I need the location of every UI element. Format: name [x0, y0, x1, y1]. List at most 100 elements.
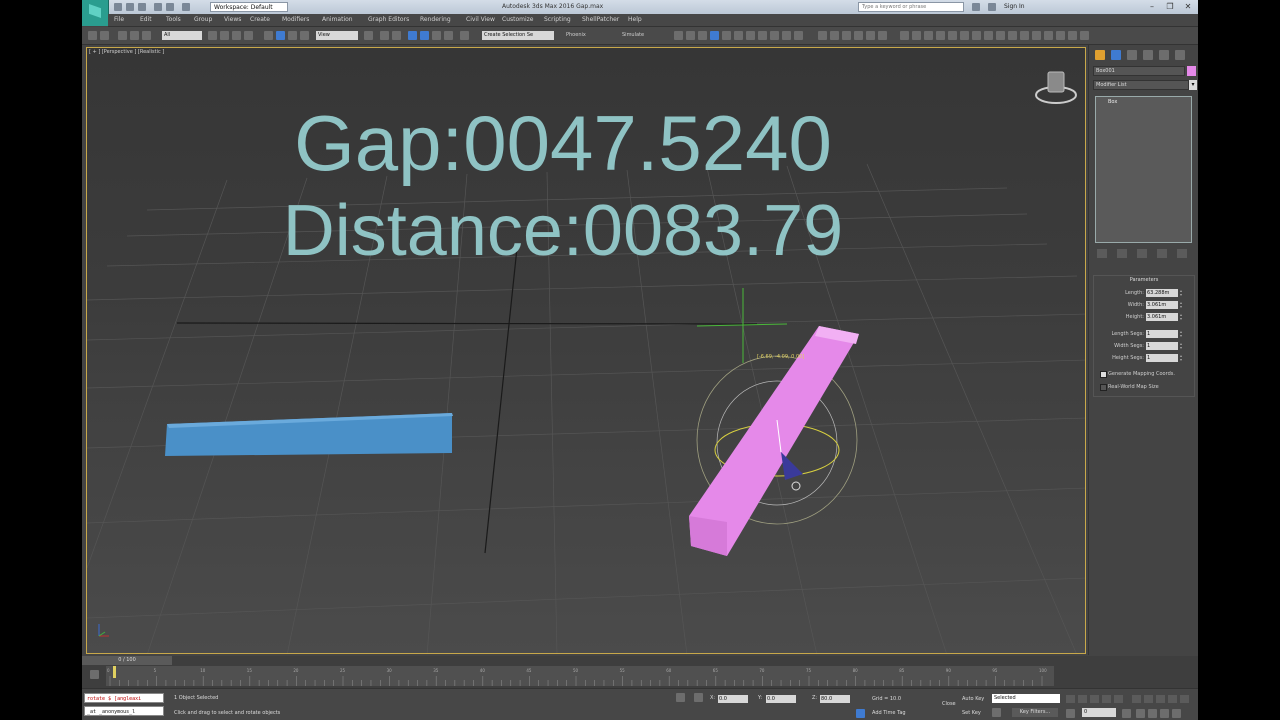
blue-box[interactable]: [165, 413, 453, 456]
pan-view-icon[interactable]: [1136, 709, 1145, 718]
move-icon[interactable]: [264, 31, 273, 40]
modifier-stack[interactable]: Box: [1095, 96, 1192, 243]
minimize-icon[interactable]: –: [1144, 1, 1160, 12]
orbit-icon[interactable]: [1160, 709, 1169, 718]
object-color-swatch[interactable]: [1187, 66, 1196, 76]
plugin-icon-9[interactable]: [996, 31, 1005, 40]
walk-through-icon[interactable]: [1172, 709, 1181, 718]
zoom-all-icon[interactable]: [1144, 695, 1153, 703]
graphite-ribbon-icon[interactable]: [710, 31, 719, 40]
place-icon[interactable]: [300, 31, 309, 40]
go-to-start-icon[interactable]: [1066, 695, 1075, 703]
plugin-icon-13[interactable]: [1044, 31, 1053, 40]
width-segs-spinner[interactable]: ▴ ▾: [1180, 342, 1185, 350]
display-tab-icon[interactable]: [1159, 50, 1169, 60]
play-icon[interactable]: [1090, 695, 1099, 703]
plugin-icon-3[interactable]: [924, 31, 933, 40]
bind-space-warp-icon[interactable]: [142, 31, 151, 40]
chevron-down-icon[interactable]: ▾: [1189, 80, 1197, 90]
new-file-icon[interactable]: [114, 3, 122, 11]
workspace-dropdown[interactable]: Workspace: Default: [210, 2, 288, 12]
menu-group[interactable]: Group: [194, 14, 212, 26]
menu-scripting[interactable]: Scripting: [544, 14, 571, 26]
undo-tool-icon[interactable]: [88, 31, 97, 40]
render-icon[interactable]: [782, 31, 791, 40]
redo-tool-icon[interactable]: [100, 31, 109, 40]
plugin-icon-11[interactable]: [1020, 31, 1029, 40]
redo-icon[interactable]: [166, 3, 174, 11]
key-mode-icon[interactable]: [1066, 709, 1075, 718]
auto-key-mode-dropdown[interactable]: Selected: [992, 694, 1060, 703]
window-crossing-icon[interactable]: [244, 31, 253, 40]
zoom-extents-all-icon[interactable]: [1168, 695, 1177, 703]
angle-snap-icon[interactable]: [420, 31, 429, 40]
y-coordinate-field[interactable]: 0.0: [766, 695, 796, 703]
length-field[interactable]: 63.288m: [1146, 289, 1178, 297]
plugin-icon-4[interactable]: [936, 31, 945, 40]
configure-sets-icon[interactable]: [1177, 249, 1187, 258]
select-manipulate-icon[interactable]: [380, 31, 389, 40]
previous-frame-icon[interactable]: [1078, 695, 1087, 703]
object-name-field[interactable]: Box001: [1093, 66, 1185, 76]
search-input[interactable]: Type a keyword or phrase: [858, 2, 964, 12]
width-field[interactable]: 3.061m: [1146, 301, 1178, 309]
height-field[interactable]: 3.061m: [1146, 313, 1178, 321]
plugin-icon-12[interactable]: [1032, 31, 1041, 40]
plugin-icon-2[interactable]: [912, 31, 921, 40]
search-icon[interactable]: [972, 3, 980, 11]
real-world-map-checkbox[interactable]: [1100, 384, 1107, 391]
snap-toggle-icon[interactable]: [408, 31, 417, 40]
rotate-icon[interactable]: [276, 31, 285, 40]
zoom-extents-icon[interactable]: [1156, 695, 1165, 703]
layer-manager-icon[interactable]: [698, 31, 707, 40]
add-time-tag-button[interactable]: Add Time Tag: [872, 710, 906, 716]
lock-selection-icon[interactable]: [676, 693, 685, 702]
parameters-title[interactable]: Parameters: [1094, 277, 1194, 283]
project-folder-icon[interactable]: [182, 3, 190, 11]
material-editor-icon[interactable]: [746, 31, 755, 40]
align-icon[interactable]: [686, 31, 695, 40]
plugin-icon-10[interactable]: [1008, 31, 1017, 40]
link-icon[interactable]: [118, 31, 127, 40]
pin-stack-icon[interactable]: [1097, 249, 1107, 258]
menu-graph-editors[interactable]: Graph Editors: [368, 14, 409, 26]
plugin-icon-5[interactable]: [948, 31, 957, 40]
length-spinner[interactable]: ▴ ▾: [1180, 289, 1185, 297]
menu-modifiers[interactable]: Modifiers: [282, 14, 309, 26]
hierarchy-tab-icon[interactable]: [1127, 50, 1137, 60]
x-coordinate-field[interactable]: 0.0: [718, 695, 748, 703]
auto-key-button[interactable]: Auto Key: [962, 696, 984, 702]
width-spinner[interactable]: ▴ ▾: [1180, 301, 1185, 309]
maximize-viewport-icon[interactable]: [1180, 695, 1189, 703]
selection-filter-dropdown[interactable]: All: [162, 31, 202, 40]
menu-views[interactable]: Views: [224, 14, 241, 26]
vray-icon-3[interactable]: [842, 31, 851, 40]
height-segs-field[interactable]: 1: [1146, 354, 1178, 362]
menu-customize[interactable]: Customize: [502, 14, 534, 26]
maxscript-listener-input[interactable]: _at _anonymous_l: [84, 706, 164, 716]
vray-icon-1[interactable]: [818, 31, 827, 40]
show-end-result-icon[interactable]: [1117, 249, 1127, 258]
length-segs-spinner[interactable]: ▴ ▾: [1180, 330, 1185, 338]
rendered-frame-icon[interactable]: [770, 31, 779, 40]
next-frame-icon[interactable]: [1102, 695, 1111, 703]
save-file-icon[interactable]: [138, 3, 146, 11]
length-segs-field[interactable]: 1: [1146, 330, 1178, 338]
z-coordinate-field[interactable]: 80.0: [820, 695, 850, 703]
close-icon[interactable]: ✕: [1180, 1, 1196, 12]
motion-tab-icon[interactable]: [1143, 50, 1153, 60]
selection-region-icon[interactable]: [232, 31, 241, 40]
menu-create[interactable]: Create: [250, 14, 270, 26]
plugin-icon-16[interactable]: [1080, 31, 1089, 40]
select-object-icon[interactable]: [208, 31, 217, 40]
modify-tab-icon[interactable]: [1111, 50, 1121, 60]
perspective-viewport[interactable]: [ + ] [Perspective ] [Realistic ] Gap:00…: [86, 47, 1086, 654]
curve-editor-icon[interactable]: [722, 31, 731, 40]
vray-icon-5[interactable]: [866, 31, 875, 40]
current-frame-field[interactable]: 0: [1082, 708, 1116, 717]
plugin-icon-15[interactable]: [1068, 31, 1077, 40]
menu-animation[interactable]: Animation: [322, 14, 353, 26]
simulate-button[interactable]: Simulate: [622, 31, 644, 40]
user-icon[interactable]: [988, 3, 996, 11]
menu-rendering[interactable]: Rendering: [420, 14, 451, 26]
